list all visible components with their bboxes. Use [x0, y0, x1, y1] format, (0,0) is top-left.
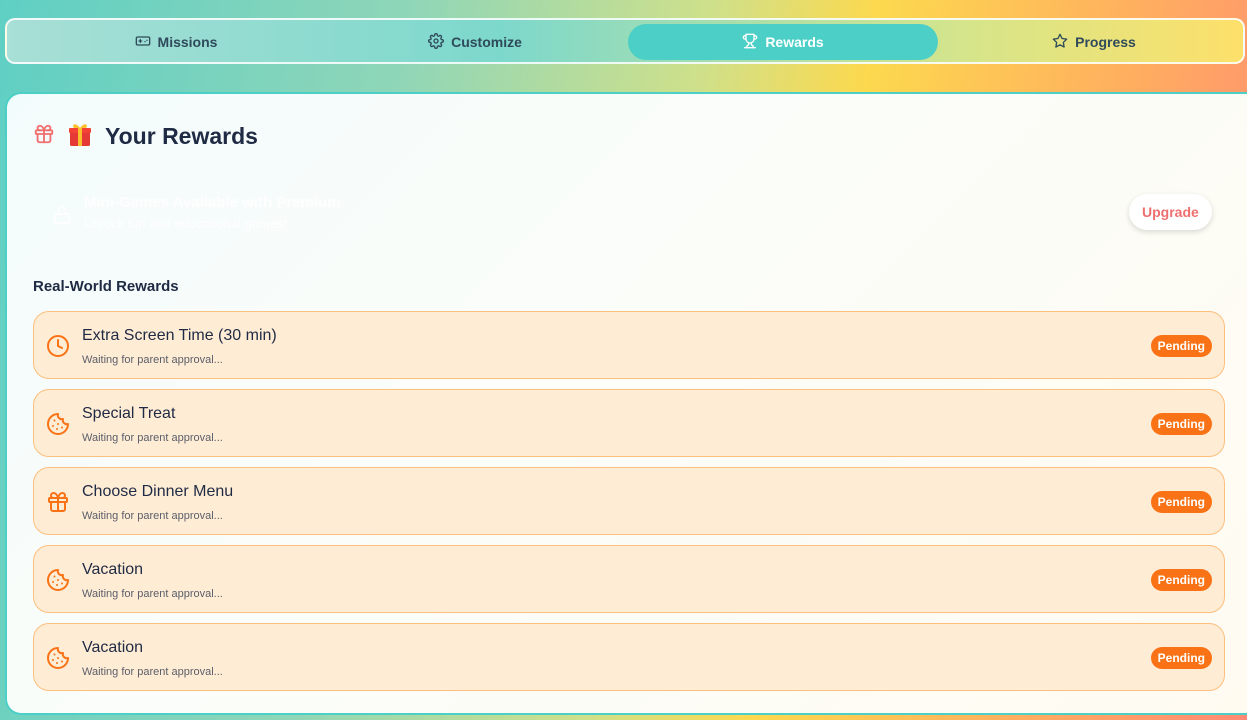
tab-label: Rewards — [765, 34, 824, 50]
reward-item[interactable]: Special Treat Waiting for parent approva… — [33, 389, 1225, 457]
tab-progress[interactable]: Progress — [939, 24, 1247, 60]
reward-name: Vacation — [82, 561, 144, 578]
reward-status-text: Waiting for parent approval... — [82, 510, 223, 522]
tab-label: Missions — [157, 34, 218, 50]
reward-name: Vacation — [82, 639, 144, 656]
premium-title: Mini-Games Available with Premium — [84, 194, 341, 211]
tab-bar: Missions Customize Rewards Progress — [5, 18, 1245, 64]
reward-status-text: Waiting for parent approval... — [82, 588, 223, 600]
gear-icon — [428, 32, 445, 52]
pending-badge: Pending — [1150, 413, 1212, 435]
cookie-icon — [46, 412, 70, 436]
reward-status-text: Waiting for parent approval... — [82, 666, 223, 678]
pending-badge: Pending — [1150, 569, 1212, 591]
trophy-icon — [742, 33, 758, 52]
gift-icon — [46, 490, 70, 514]
lock-icon — [51, 204, 73, 231]
page-header: Your Rewards — [33, 121, 258, 152]
upgrade-button[interactable]: Upgrade — [1129, 194, 1212, 230]
reward-item[interactable]: Extra Screen Time (30 min) Waiting for p… — [33, 311, 1225, 379]
pending-badge: Pending — [1150, 335, 1212, 357]
rewards-panel: Your Rewards Mini-Games Available with P… — [5, 92, 1247, 715]
tab-label: Progress — [1075, 34, 1136, 50]
tab-missions[interactable]: Missions — [21, 24, 331, 60]
reward-status-text: Waiting for parent approval... — [82, 432, 223, 444]
reward-item[interactable]: Vacation Waiting for parent approval... … — [33, 623, 1225, 691]
star-icon — [1052, 33, 1068, 52]
section-title: Real-World Rewards — [33, 278, 179, 295]
reward-name: Choose Dinner Menu — [82, 483, 234, 500]
clock-icon — [46, 334, 70, 358]
cookie-icon — [46, 568, 70, 592]
reward-item[interactable]: Vacation Waiting for parent approval... … — [33, 545, 1225, 613]
page-title: Your Rewards — [105, 123, 258, 149]
tab-rewards[interactable]: Rewards — [628, 24, 938, 60]
cookie-icon — [46, 646, 70, 670]
tab-customize[interactable]: Customize — [320, 24, 630, 60]
pending-badge: Pending — [1150, 491, 1212, 513]
pending-badge: Pending — [1150, 647, 1212, 669]
present-emoji-icon — [67, 121, 93, 152]
reward-item[interactable]: Choose Dinner Menu Waiting for parent ap… — [33, 467, 1225, 535]
reward-name: Special Treat — [82, 405, 176, 422]
reward-status-text: Waiting for parent approval... — [82, 354, 223, 366]
tab-label: Customize — [451, 34, 522, 50]
gift-icon — [33, 123, 55, 150]
gamepad-icon — [135, 33, 151, 52]
premium-subtitle: Unlock fun and educational games! — [84, 216, 288, 231]
reward-name: Extra Screen Time (30 min) — [82, 327, 277, 344]
